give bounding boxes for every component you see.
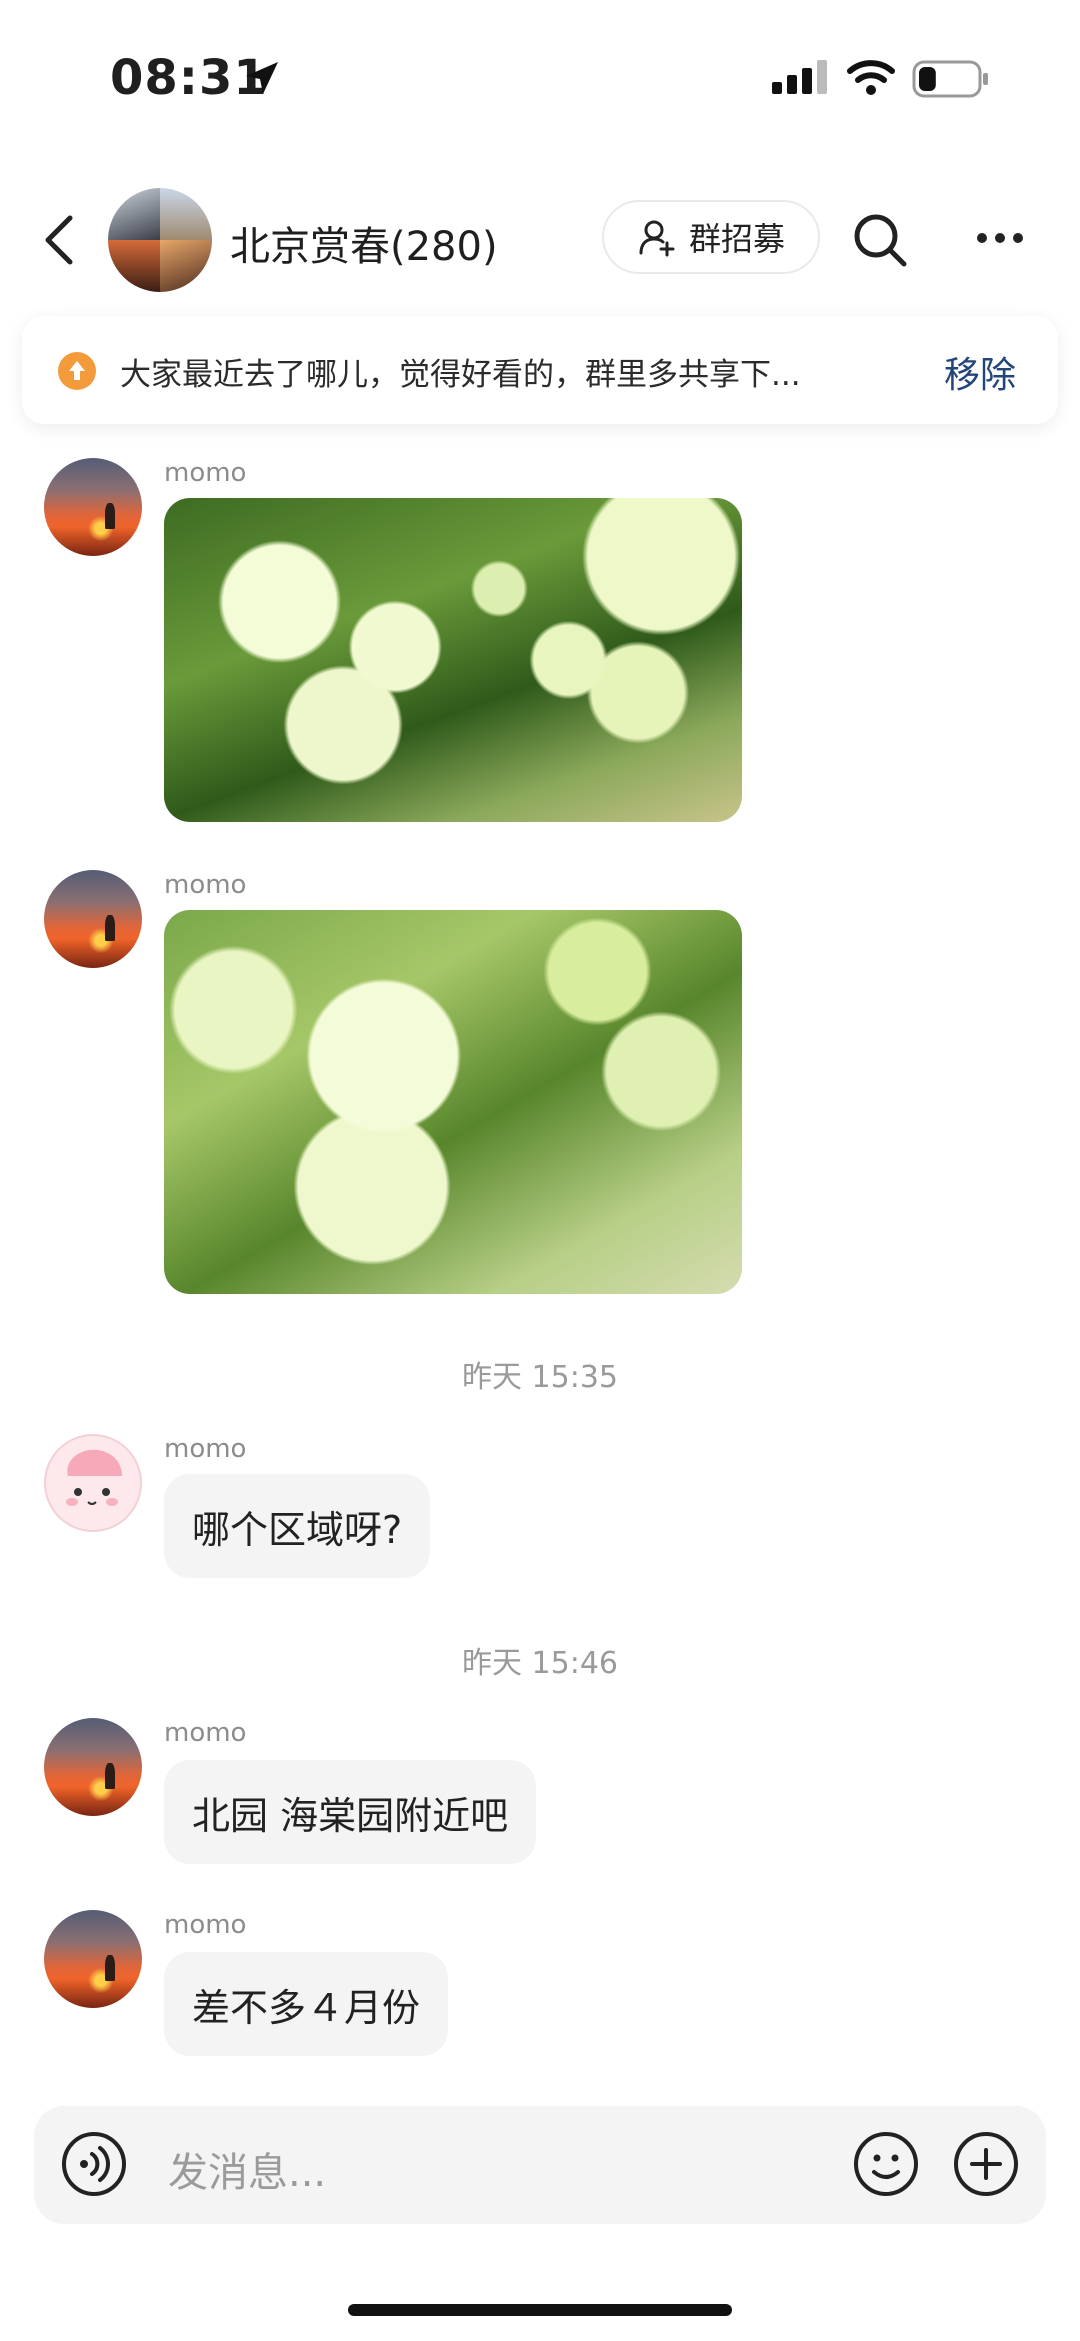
add-user-icon	[639, 220, 675, 257]
group-title[interactable]: 北京赏春(280)	[230, 214, 498, 272]
sender-name: momo	[164, 458, 247, 488]
pinned-remove-link[interactable]: 移除	[944, 346, 1016, 398]
message-image[interactable]	[164, 910, 742, 1294]
message-bubble[interactable]: 差不多４月份	[164, 1952, 449, 2056]
home-indicator[interactable]	[348, 2304, 732, 2316]
recruit-label: 群招募	[688, 220, 785, 258]
cellular-signal-icon	[772, 60, 827, 94]
location-arrow-icon	[246, 62, 278, 94]
wifi-icon	[847, 60, 895, 95]
avatar[interactable]	[44, 1434, 142, 1532]
search-icon[interactable]	[852, 212, 908, 268]
group-recruit-button[interactable]: 群招募	[602, 200, 820, 274]
sender-name: momo	[164, 870, 247, 900]
message-timestamp: 昨天 15:35	[462, 1360, 618, 1395]
plus-icon[interactable]	[952, 2130, 1020, 2198]
message-input[interactable]: 发消息...	[168, 2140, 326, 2198]
message-image[interactable]	[164, 498, 742, 822]
message-bubble[interactable]: 哪个区域呀?	[164, 1474, 431, 1578]
voice-icon[interactable]	[60, 2130, 128, 2198]
sender-name: momo	[164, 1434, 247, 1464]
battery-icon	[912, 60, 988, 98]
message-bubble[interactable]: 北园 海棠园附近吧	[164, 1760, 537, 1864]
avatar[interactable]	[44, 870, 142, 968]
avatar[interactable]	[44, 1910, 142, 2008]
avatar[interactable]	[44, 458, 142, 556]
more-icon[interactable]	[976, 232, 1024, 244]
sender-name: momo	[164, 1718, 247, 1748]
pin-up-arrow-icon	[58, 352, 96, 390]
avatar[interactable]	[44, 1718, 142, 1816]
emoji-icon[interactable]	[852, 2130, 920, 2198]
message-timestamp: 昨天 15:46	[462, 1646, 618, 1681]
sender-name: momo	[164, 1910, 247, 1940]
group-avatar[interactable]	[108, 188, 212, 292]
pinned-text: 大家最近去了哪儿，觉得好看的，群里多共享下...	[120, 357, 801, 393]
back-chevron-icon[interactable]	[40, 212, 80, 268]
